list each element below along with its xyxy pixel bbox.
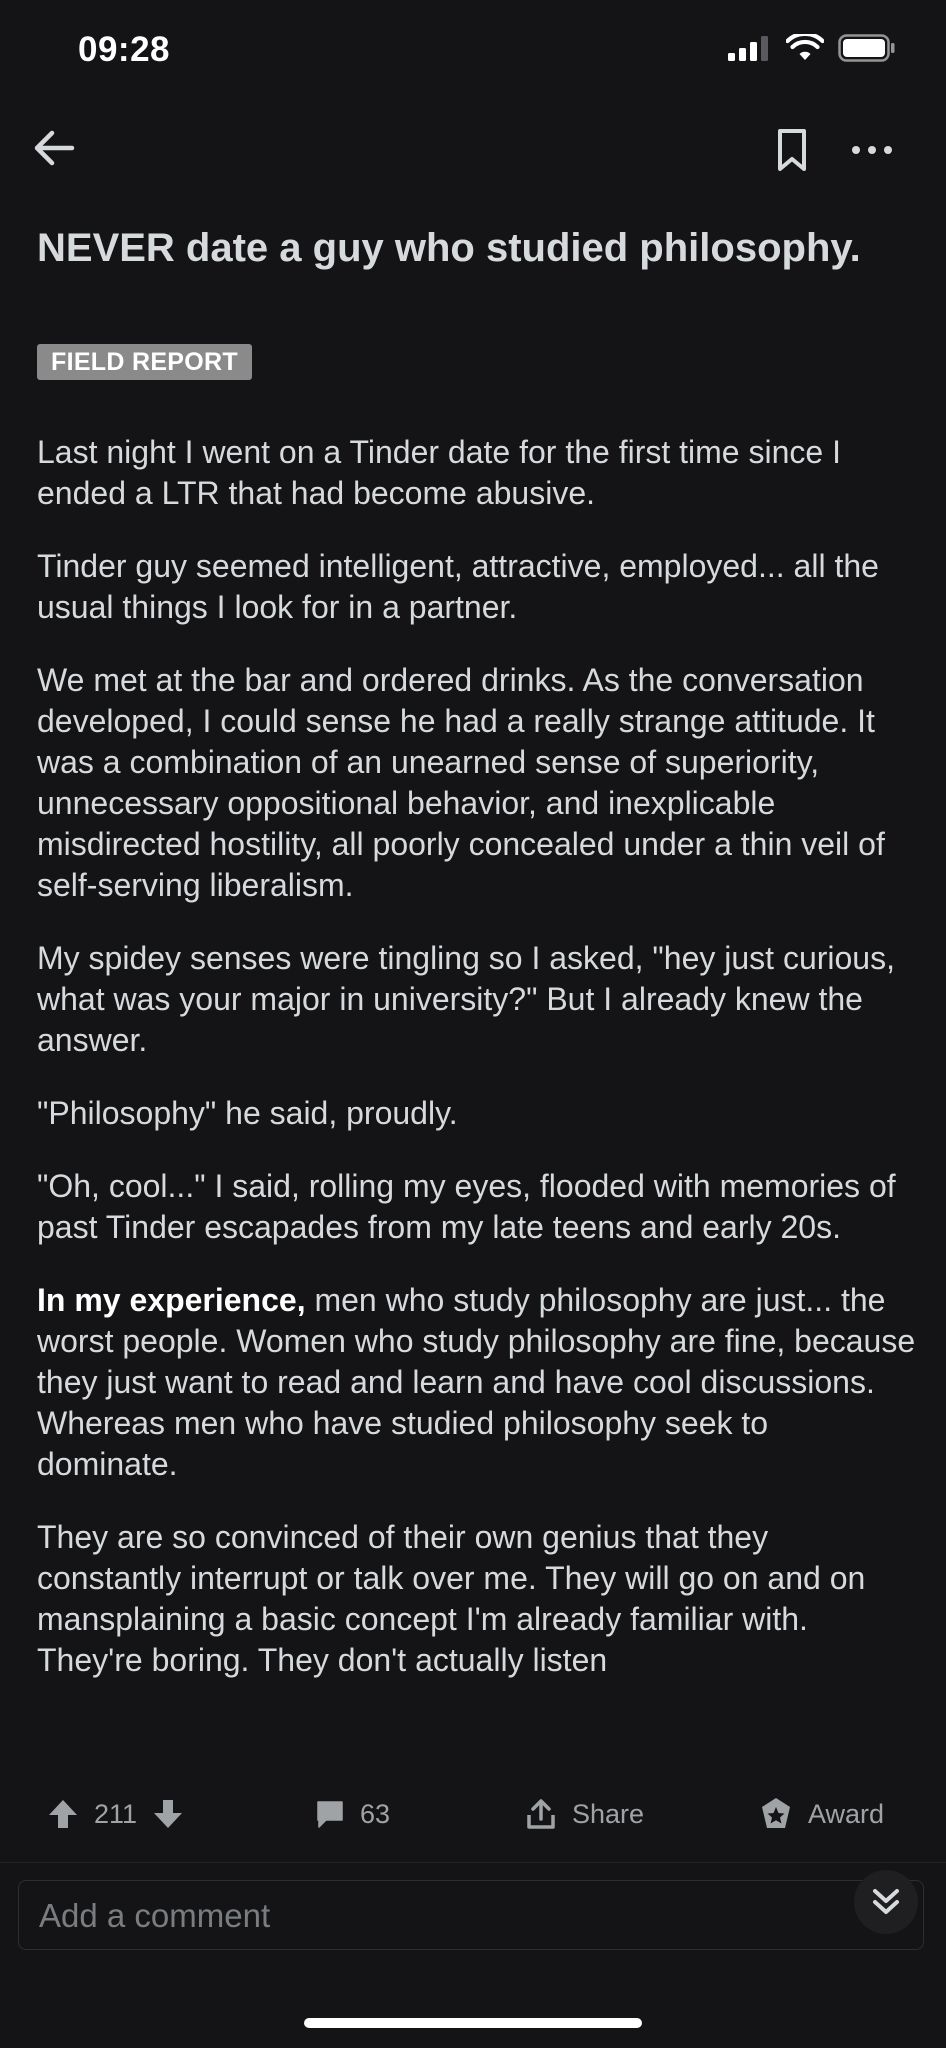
more-horizontal-icon — [852, 146, 892, 154]
more-options-button[interactable] — [848, 132, 896, 168]
home-indicator[interactable] — [304, 2018, 642, 2028]
upvote-arrow-icon[interactable] — [46, 1797, 80, 1831]
comments-button[interactable]: 63 — [314, 1786, 390, 1842]
upvote-count: 211 — [94, 1798, 138, 1829]
share-label: Share — [572, 1798, 645, 1829]
status-bar: 09:28 — [0, 0, 946, 110]
downvote-arrow-icon[interactable] — [151, 1797, 185, 1831]
cellular-signal-icon — [728, 36, 768, 61]
post-paragraph: Tinder guy seemed intelligent, attractiv… — [37, 548, 879, 625]
award-label: Award — [808, 1798, 885, 1829]
battery-icon — [838, 34, 895, 62]
vote-group: 211 — [46, 1786, 185, 1842]
post-paragraph: My spidey senses were tingling so I aske… — [37, 940, 895, 1058]
back-button[interactable] — [32, 126, 76, 170]
award-icon — [762, 1798, 790, 1828]
comment-count: 63 — [360, 1798, 391, 1829]
double-chevron-down-icon — [873, 1889, 899, 1914]
post-paragraph: In my experience, men who study philosop… — [37, 1280, 917, 1485]
arrow-left-icon — [34, 130, 75, 166]
post-paragraph: "Philosophy" he said, proudly. — [37, 1095, 458, 1131]
post-paragraph: Last night I went on a Tinder date for t… — [37, 434, 841, 511]
award-button[interactable]: Award — [758, 1786, 884, 1842]
share-button[interactable]: Share — [524, 1786, 644, 1842]
status-icons — [728, 34, 896, 62]
status-time: 09:28 — [78, 30, 171, 69]
wifi-icon — [786, 34, 824, 60]
divider — [0, 1862, 946, 1863]
post-action-bar: 211 63 Share Award — [0, 1786, 946, 1842]
post-body: Last night I went on a Tinder date for t… — [37, 432, 917, 1762]
post-bold-text: In my experience, — [37, 1282, 306, 1318]
post-paragraph: They are so convinced of their own geniu… — [37, 1519, 866, 1678]
post-paragraph: "Oh, cool..." I said, rolling my eyes, f… — [37, 1168, 896, 1245]
post-paragraph: We met at the bar and ordered drinks. As… — [37, 662, 885, 903]
post-flair[interactable]: FIELD REPORT — [37, 344, 252, 380]
comment-bubble-icon — [317, 1801, 343, 1828]
comment-box[interactable] — [18, 1880, 924, 1950]
save-post-button[interactable] — [772, 126, 812, 174]
post-nav-bar — [0, 118, 946, 182]
post-title: NEVER date a guy who studied philosophy. — [37, 226, 861, 270]
comment-input[interactable] — [37, 1881, 821, 1950]
bookmark-icon — [778, 129, 806, 171]
share-icon — [527, 1799, 555, 1829]
jump-to-comments-button[interactable] — [854, 1870, 918, 1934]
